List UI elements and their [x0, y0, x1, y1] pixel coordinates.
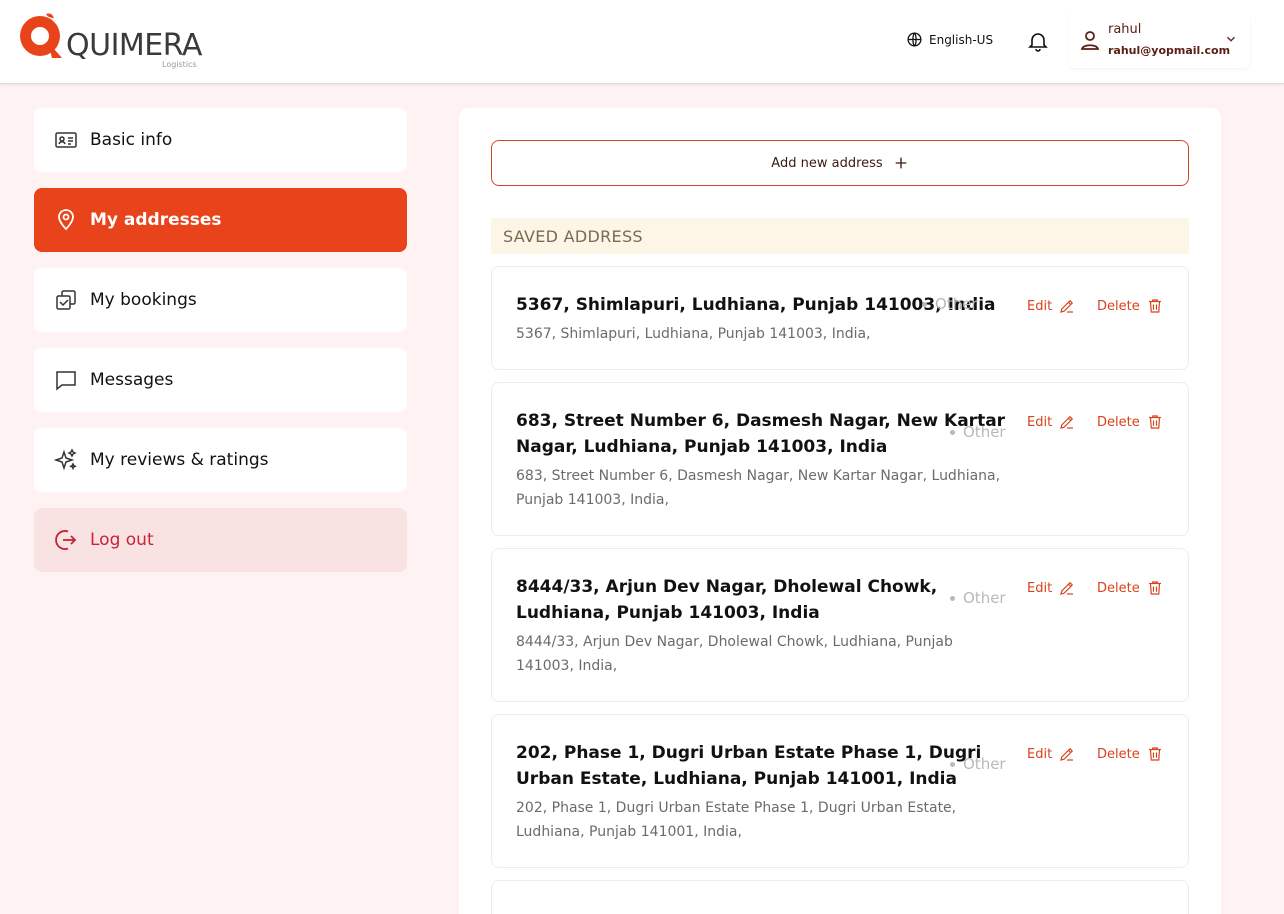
id-card-icon: [55, 132, 77, 148]
address-detail: 5367, Shimlapuri, Ludhiana, Punjab 14100…: [516, 326, 871, 342]
sidebar-item-basic-info[interactable]: Basic info: [34, 108, 407, 172]
addresses-panel: Add new address SAVED ADDRESS 5367, Shim…: [459, 108, 1221, 914]
user-icon: [1080, 31, 1100, 50]
sidebar-item-label: Basic info: [90, 130, 173, 150]
globe-icon: [907, 32, 922, 47]
logout-icon: [55, 530, 77, 550]
sidebar-item-label: My bookings: [90, 290, 197, 310]
delete-address-button[interactable]: Delete: [1097, 745, 1164, 763]
address-card: 5367, Shimlapuri, Ludhiana, Punjab 14100…: [491, 266, 1189, 370]
address-card: 683, Street Number 6, Dasmesh Nagar, New…: [491, 382, 1189, 536]
sparkles-icon: [54, 448, 77, 471]
trash-icon: [1148, 299, 1161, 313]
pencil-icon: [1060, 299, 1074, 313]
plus-icon: [895, 157, 907, 169]
map-pin-icon: [58, 209, 74, 231]
brand-logo[interactable]: QUIMERA Logistics: [18, 12, 208, 72]
saved-address-heading: SAVED ADDRESS: [491, 218, 1189, 254]
address-card: 8444/33, Arjun Dev Nagar, Dholewal Chowk…: [491, 548, 1189, 702]
address-card: 202, Phase 1, Dugri Urban Estate Phase 1…: [491, 714, 1189, 868]
edit-address-button[interactable]: Edit: [1027, 413, 1076, 431]
quimera-logo-icon: [20, 13, 62, 58]
address-detail: 8444/33, Arjun Dev Nagar, Dholewal Chowk…: [516, 634, 953, 674]
address-detail: 202, Phase 1, Dugri Urban Estate Phase 1…: [516, 800, 957, 840]
pencil-icon: [1060, 581, 1074, 595]
chevron-down-icon[interactable]: [1224, 32, 1238, 46]
address-type-tag: Other: [950, 589, 1006, 607]
user-email: rahul@yopmail.com: [1108, 44, 1231, 57]
pencil-icon: [1060, 415, 1074, 429]
add-new-address-button[interactable]: Add new address: [491, 140, 1189, 186]
delete-address-button[interactable]: Delete: [1097, 579, 1164, 597]
sidebar-item-reviews[interactable]: My reviews & ratings: [34, 428, 407, 492]
brand-name: QUIMERA: [66, 28, 202, 63]
edit-address-button[interactable]: Edit: [1027, 579, 1076, 597]
address-title: 683, Street Number 6, Dasmesh Nagar, New…: [516, 411, 1006, 457]
address-title: 202, Phase 1, Dugri Urban Estate Phase 1…: [516, 743, 982, 789]
sidebar-item-messages[interactable]: Messages: [34, 348, 407, 412]
trash-icon: [1148, 747, 1161, 761]
bookings-icon: [56, 290, 76, 310]
address-card: [491, 880, 1189, 914]
delete-address-button[interactable]: Delete: [1097, 297, 1164, 315]
sidebar-item-my-bookings[interactable]: My bookings: [34, 268, 407, 332]
address-type-tag: Other: [950, 755, 1006, 773]
sidebar-item-label: Messages: [90, 370, 174, 390]
address-detail: 683, Street Number 6, Dasmesh Nagar, New…: [516, 468, 1001, 508]
address-type-tag: Other: [950, 423, 1006, 441]
delete-address-button[interactable]: Delete: [1097, 413, 1164, 431]
trash-icon: [1148, 581, 1161, 595]
user-name: rahul: [1108, 22, 1142, 37]
sidebar-item-label: Log out: [90, 530, 154, 550]
add-new-address-label: Add new address: [771, 155, 883, 171]
trash-icon: [1148, 415, 1161, 429]
edit-address-button[interactable]: Edit: [1027, 297, 1076, 315]
address-type-tag: Other: [922, 295, 978, 313]
sidebar-item-my-addresses[interactable]: My addresses: [34, 188, 407, 252]
sidebar-item-label: My reviews & ratings: [90, 450, 269, 470]
address-title: 8444/33, Arjun Dev Nagar, Dholewal Chowk…: [516, 577, 938, 623]
top-header: QUIMERA Logistics English-US rahul rahul…: [0, 0, 1284, 84]
notification-bell-icon[interactable]: [1026, 29, 1050, 53]
user-menu[interactable]: rahul rahul@yopmail.com: [1068, 12, 1250, 68]
sidebar-item-logout[interactable]: Log out: [34, 508, 407, 572]
sidebar-item-label: My addresses: [90, 210, 222, 230]
language-label: English-US: [929, 32, 994, 47]
brand-tagline: Logistics: [162, 60, 197, 69]
message-icon: [56, 371, 76, 391]
language-selector[interactable]: English-US: [906, 31, 993, 48]
pencil-icon: [1060, 747, 1074, 761]
edit-address-button[interactable]: Edit: [1027, 745, 1076, 763]
